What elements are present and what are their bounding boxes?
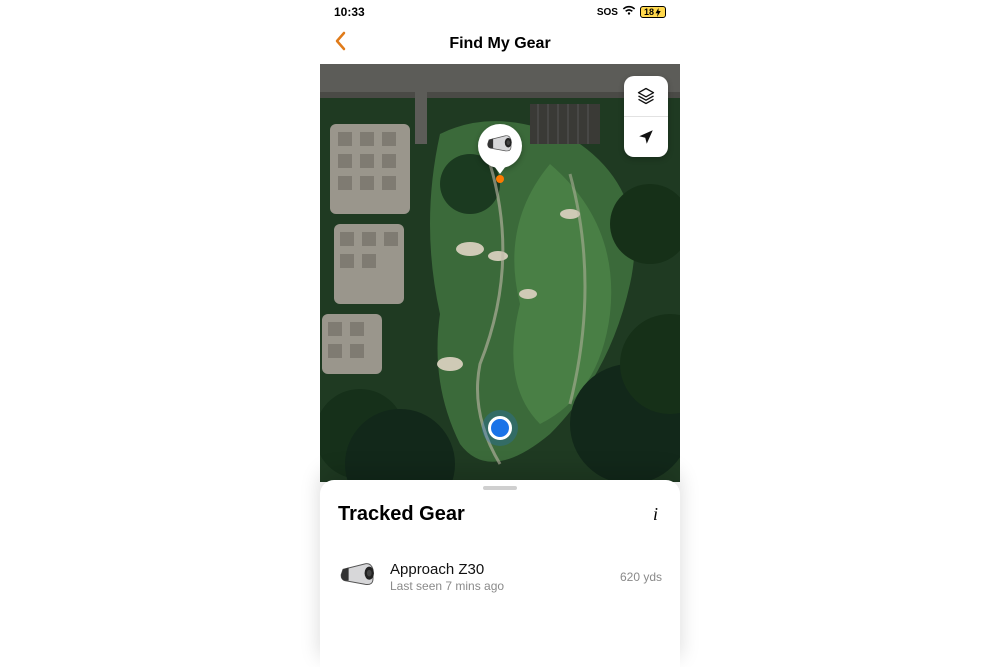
map-view[interactable] [320,64,680,482]
battery-indicator: 18 [640,6,666,18]
wifi-icon [622,5,636,19]
sos-indicator: SOS [597,7,618,18]
sheet-title: Tracked Gear [338,503,465,526]
page-title: Find My Gear [449,35,550,53]
gear-marker-avatar [478,124,522,168]
map-controls [624,76,668,157]
gear-map-marker[interactable] [478,124,522,183]
nav-bar: Find My Gear [320,24,680,64]
gear-thumbnail [338,557,378,597]
info-button[interactable]: i [649,500,662,529]
gear-list-item[interactable]: Approach Z30 Last seen 7 mins ago 620 yd… [320,551,680,603]
gear-last-seen: Last seen 7 mins ago [390,579,608,593]
map-locate-button[interactable] [624,116,668,157]
user-location-dot [488,416,512,440]
back-button[interactable] [330,27,350,61]
chevron-left-icon [334,31,346,51]
location-arrow-icon [637,128,655,146]
status-icons: SOS 18 [597,5,666,19]
status-bar: 10:33 SOS 18 [320,0,680,24]
layers-icon [636,86,656,106]
rangefinder-icon [339,560,377,595]
rangefinder-icon [486,133,514,160]
map-layers-button[interactable] [624,76,668,116]
status-time: 10:33 [334,5,365,19]
gear-name: Approach Z30 [390,561,608,578]
sheet-grabber[interactable] [483,486,517,490]
gear-marker-dot [496,175,504,183]
tracked-gear-sheet[interactable]: Tracked Gear i Approach Z30 [320,480,680,667]
gear-distance: 620 yds [620,570,662,584]
